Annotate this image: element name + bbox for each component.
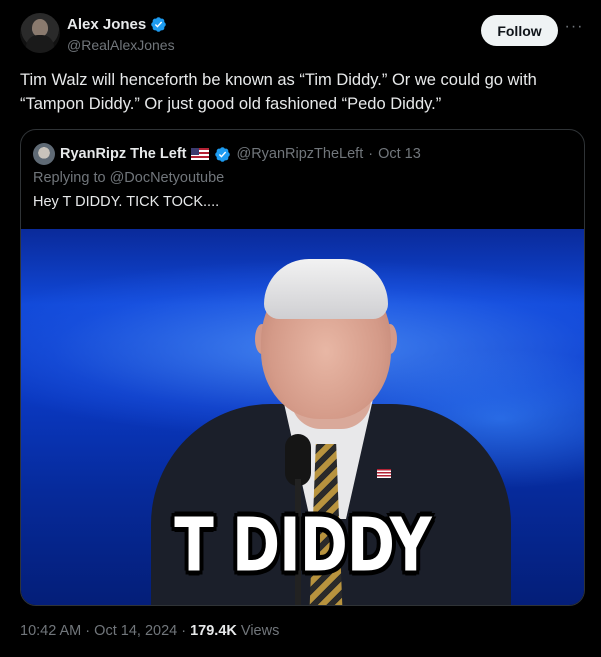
flag-pin-icon [377, 469, 391, 478]
views-label: Views [240, 623, 280, 639]
verified-badge-icon [151, 17, 166, 32]
author-name-row[interactable]: Alex Jones [67, 16, 167, 33]
verified-badge-icon [215, 146, 231, 162]
separator-dot: · [368, 146, 374, 162]
quoted-tweet-header: RyanRipz The Left @RyanRipzTheLeft · Oct… [33, 143, 421, 165]
quoted-author-handle[interactable]: @RyanRipzTheLeft [236, 146, 363, 162]
us-flag-icon [191, 148, 210, 160]
separator-dot: · [181, 623, 187, 639]
quoted-tweet-image[interactable]: T DIDDY [21, 229, 584, 605]
follow-button[interactable]: Follow [481, 15, 558, 46]
views-count[interactable]: 179.4K [190, 623, 237, 639]
separator-dot: · [85, 623, 91, 639]
quoted-author-name[interactable]: RyanRipz The Left [60, 146, 186, 162]
more-options-icon[interactable]: ··· [563, 19, 585, 40]
quoted-author-avatar[interactable] [33, 143, 55, 165]
replying-to-label: Replying to @DocNetyoutube [33, 170, 225, 186]
quoted-tweet-date[interactable]: Oct 13 [378, 146, 421, 162]
tweet-text: Tim Walz will henceforth be known as “Ti… [20, 71, 537, 113]
tweet-time[interactable]: 10:42 AM [20, 623, 81, 639]
author-name[interactable]: Alex Jones [67, 16, 146, 33]
tweet-metadata: 10:42 AM · Oct 14, 2024 · 179.4K Views [20, 623, 279, 639]
image-caption: T DIDDY [174, 501, 432, 589]
quoted-tweet-text: Hey T DIDDY. TICK TOCK.... [33, 194, 220, 210]
author-avatar[interactable] [20, 13, 60, 53]
author-handle[interactable]: @RealAlexJones [67, 37, 175, 53]
tweet-date[interactable]: Oct 14, 2024 [94, 623, 177, 639]
quoted-tweet[interactable]: RyanRipz The Left @RyanRipzTheLeft · Oct… [20, 129, 585, 606]
